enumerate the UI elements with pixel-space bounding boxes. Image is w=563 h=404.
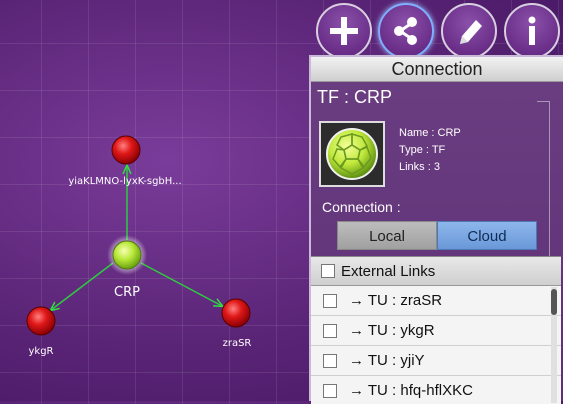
link-label: → TU : hfq-hflXKC	[349, 382, 473, 399]
link-label: → TU : yjiY	[349, 352, 425, 369]
link-checkbox[interactable]	[323, 323, 337, 338]
plus-icon	[330, 17, 358, 45]
pencil-icon	[460, 20, 482, 44]
list-item[interactable]: → TU : yjiY	[311, 346, 561, 376]
link-label: → TU : zraSR	[349, 292, 443, 309]
node-center[interactable]	[112, 240, 142, 270]
select-all-checkbox[interactable]	[321, 264, 335, 278]
node-label-center: CRP	[114, 285, 140, 300]
external-links-list: External Links → TU : zraSR → TU : ykgR …	[311, 256, 561, 404]
info-links: Links : 3	[399, 161, 440, 173]
node-thumbnail	[319, 121, 385, 187]
node-label-zraSR: zraSR	[223, 338, 252, 349]
node-label-yiaKLMNO: yiaKLMNO-lyxK-sgbH...	[68, 176, 181, 187]
edge-to-zraSR	[140, 262, 222, 306]
panel-title: Connection	[311, 57, 563, 82]
connection-panel: Connection TF : CRP Name : CRP Type: TF…	[309, 55, 563, 404]
share-button[interactable]	[378, 3, 434, 59]
external-links-header: External Links	[311, 257, 561, 286]
node-yiaKLMNO[interactable]	[111, 135, 141, 165]
link-checkbox[interactable]	[323, 353, 337, 368]
list-item[interactable]: → TU : ykgR	[311, 316, 561, 346]
link-checkbox[interactable]	[323, 383, 337, 398]
share-icon	[394, 17, 417, 45]
info-type: Type : TF	[399, 144, 446, 156]
info-name: Name : CRP	[399, 127, 461, 139]
node-label-ykgR: ykgR	[28, 346, 53, 357]
add-button[interactable]	[316, 3, 372, 59]
cloud-toggle[interactable]: Cloud	[437, 221, 537, 250]
edit-button[interactable]	[441, 3, 497, 59]
local-toggle[interactable]: Local	[337, 221, 437, 250]
connection-label: Connection :	[322, 199, 401, 215]
edge-to-ykgR	[51, 262, 114, 310]
panel-heading: TF : CRP	[317, 87, 392, 107]
node-ykgR[interactable]	[26, 306, 56, 336]
external-links-header-label: External Links	[341, 262, 436, 280]
list-item[interactable]: → TU : zraSR	[311, 286, 561, 316]
link-checkbox[interactable]	[323, 293, 337, 308]
node-zraSR[interactable]	[221, 298, 251, 328]
scrollbar[interactable]	[551, 287, 557, 403]
link-label: → TU : ykgR	[349, 322, 435, 339]
info-button[interactable]	[504, 3, 560, 59]
info-icon	[528, 16, 536, 45]
list-item[interactable]: → TU : hfq-hflXKC	[311, 376, 561, 404]
ball-icon	[326, 128, 378, 180]
scroll-thumb[interactable]	[551, 289, 557, 315]
